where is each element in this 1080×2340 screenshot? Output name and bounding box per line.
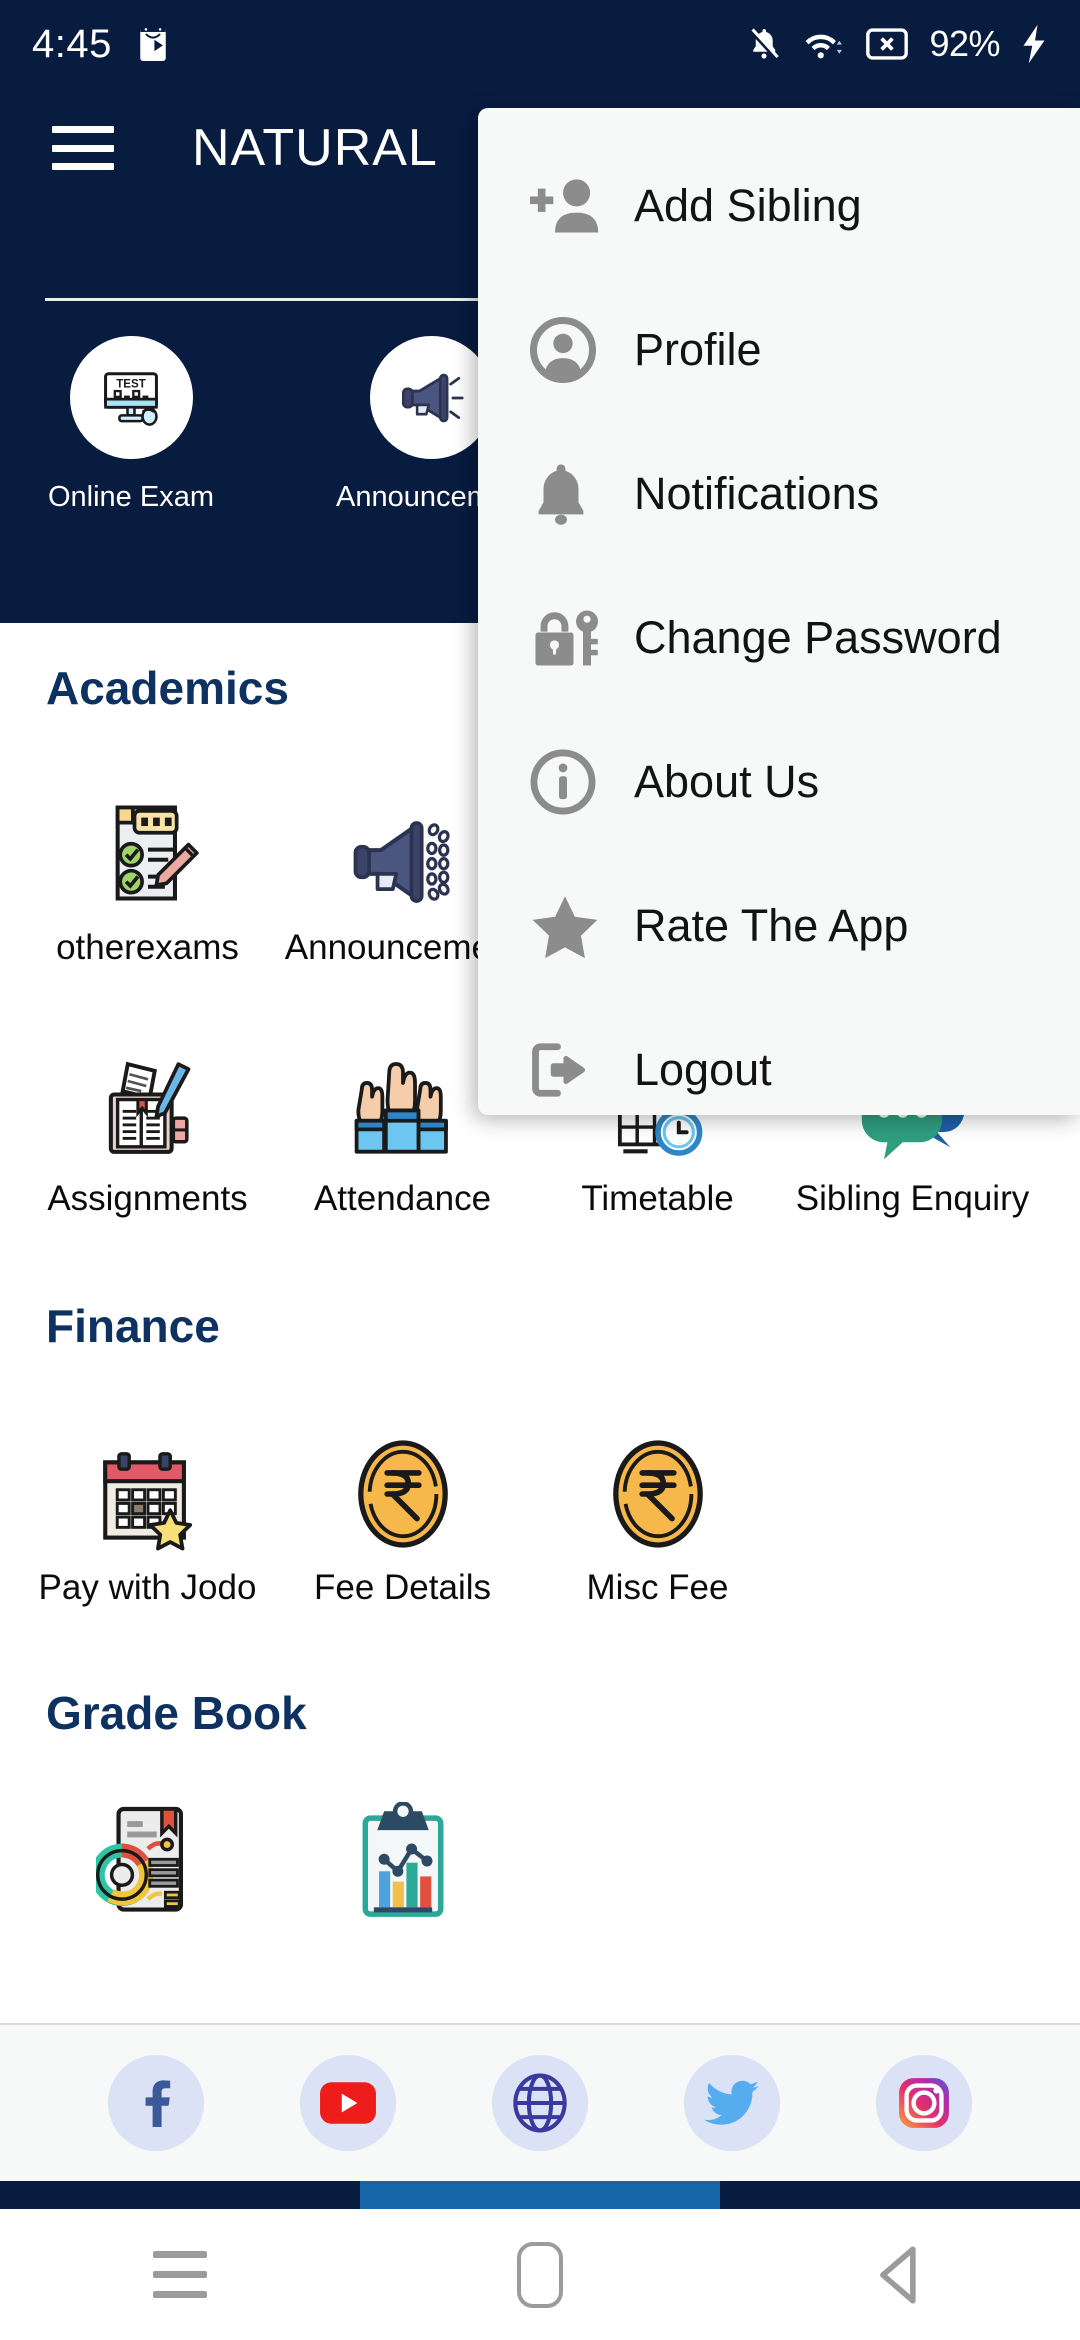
social-link-website[interactable]	[492, 2055, 588, 2151]
section-heading-grade-book: Grade Book	[46, 1687, 307, 1739]
home-icon	[517, 2241, 563, 2308]
section-heading-finance: Finance	[46, 1300, 220, 1352]
grid-item-report-card[interactable]	[20, 1802, 275, 1922]
play-store-icon	[140, 27, 166, 61]
gradebook-row-1	[0, 1802, 1080, 1922]
status-bar-system-icons: 92%	[745, 23, 1048, 65]
hamburger-menu-icon[interactable]	[52, 126, 114, 170]
rupee-coin-icon	[353, 1417, 453, 1552]
menu-item-profile[interactable]: Profile	[478, 278, 1080, 422]
nav-back-button[interactable]	[840, 2230, 960, 2320]
twitter-icon	[704, 2080, 759, 2125]
youtube-icon	[320, 2082, 376, 2124]
grid-item-label: Sibling Enquiry	[795, 1179, 1030, 1218]
grid-item-pay-with-jodo[interactable]: Pay with Jodo	[20, 1417, 275, 1608]
menu-item-label: Change Password	[634, 612, 1002, 663]
social-link-youtube[interactable]	[300, 2055, 396, 2151]
person-add-icon	[530, 176, 610, 236]
calendar-star-icon	[95, 1417, 201, 1552]
menu-item-change-password[interactable]: Change Password	[478, 566, 1080, 710]
menu-item-label: Profile	[634, 324, 762, 375]
overflow-menu: Add Sibling Profile Notifications Change…	[478, 108, 1080, 1115]
grid-item-fee-details[interactable]: Fee Details	[275, 1417, 530, 1608]
nav-recents-button[interactable]	[120, 2230, 240, 2320]
facebook-icon	[145, 2080, 171, 2127]
menu-item-logout[interactable]: Logout	[478, 998, 1080, 1142]
quick-link-label: Online Exam	[47, 481, 214, 513]
android-navigation-bar	[0, 2209, 1080, 2340]
megaphone-icon	[347, 777, 459, 912]
lock-key-icon	[530, 605, 610, 671]
rupee-coin-icon	[608, 1417, 708, 1552]
grid-item-assignments[interactable]: Assignments	[20, 1028, 275, 1219]
back-triangle-icon	[880, 2246, 916, 2303]
star-icon	[530, 893, 610, 959]
status-bar-clock: 4:45	[32, 21, 112, 66]
social-link-twitter[interactable]	[684, 2055, 780, 2151]
assignment-book-icon	[94, 1028, 202, 1163]
recents-icon	[153, 2251, 207, 2298]
grid-item-label: Misc Fee	[586, 1568, 729, 1607]
grid-item-label: otherexams	[56, 928, 239, 967]
grid-item-label: Assignments	[47, 1179, 248, 1218]
clipboard-chart-icon	[355, 1802, 451, 1922]
nav-home-button[interactable]	[480, 2230, 600, 2320]
menu-item-rate-the-app[interactable]: Rate The App	[478, 854, 1080, 998]
globe-icon	[513, 2073, 567, 2133]
menu-item-label: Add Sibling	[634, 180, 862, 231]
no-sim-icon	[866, 28, 909, 60]
online-exam-monitor-icon: TEST	[69, 336, 193, 459]
announcement-megaphone-icon	[369, 336, 493, 459]
app-screen: 4:45 92% NATURAL TEST Online Exam Announ…	[0, 0, 1080, 2340]
menu-item-about-us[interactable]: About Us	[478, 710, 1080, 854]
menu-item-label: Logout	[634, 1044, 772, 1095]
status-bar: 4:45 92%	[0, 0, 1080, 88]
menu-item-label: About Us	[634, 756, 820, 807]
grid-item-label: Timetable	[581, 1179, 734, 1218]
page-title: NATURAL	[192, 119, 438, 177]
info-circle-icon	[530, 749, 610, 815]
status-bar-notification-icons	[136, 25, 170, 63]
grid-item-placeholder-d	[530, 1802, 785, 1922]
grid-item-label: Pay with Jodo	[38, 1568, 257, 1607]
grid-item-label: Fee Details	[313, 1568, 492, 1607]
battery-percentage: 92%	[929, 23, 1000, 64]
grid-item-placeholder-c	[785, 1417, 1040, 1608]
raised-hands-icon	[348, 1028, 458, 1163]
account-circle-icon	[530, 317, 610, 383]
gesture-indicator-strip	[0, 2181, 1080, 2209]
quick-link-online-exam[interactable]: TEST Online Exam	[36, 336, 226, 514]
grid-item-misc-fee[interactable]: Misc Fee	[530, 1417, 785, 1608]
social-link-instagram[interactable]	[876, 2055, 972, 2151]
svg-text:TEST: TEST	[116, 378, 146, 390]
menu-item-label: Notifications	[634, 468, 880, 519]
menu-item-label: Rate The App	[634, 900, 909, 951]
menu-item-notifications[interactable]: Notifications	[478, 422, 1080, 566]
exam-checklist-icon	[93, 777, 203, 912]
logout-arrow-icon	[530, 1039, 610, 1101]
gesture-indicator-segment	[360, 2181, 720, 2209]
finance-row-1: Pay with Jodo Fee Details Misc Fee	[0, 1417, 1080, 1608]
social-links-bar	[0, 2023, 1080, 2181]
report-donut-icon	[95, 1802, 200, 1922]
instagram-icon	[899, 2078, 949, 2128]
charging-bolt-icon	[1023, 24, 1045, 64]
menu-item-add-sibling[interactable]: Add Sibling	[478, 134, 1080, 278]
grid-item-label: Attendance	[313, 1179, 492, 1218]
grid-item-placeholder-e	[785, 1802, 1040, 1922]
wifi-icon	[806, 34, 843, 59]
bell-off-icon	[750, 28, 780, 60]
bell-icon	[530, 460, 610, 528]
social-link-facebook[interactable]	[108, 2055, 204, 2151]
grid-item-progress-report[interactable]	[275, 1802, 530, 1922]
grid-item-otherexams[interactable]: otherexams	[20, 777, 275, 968]
